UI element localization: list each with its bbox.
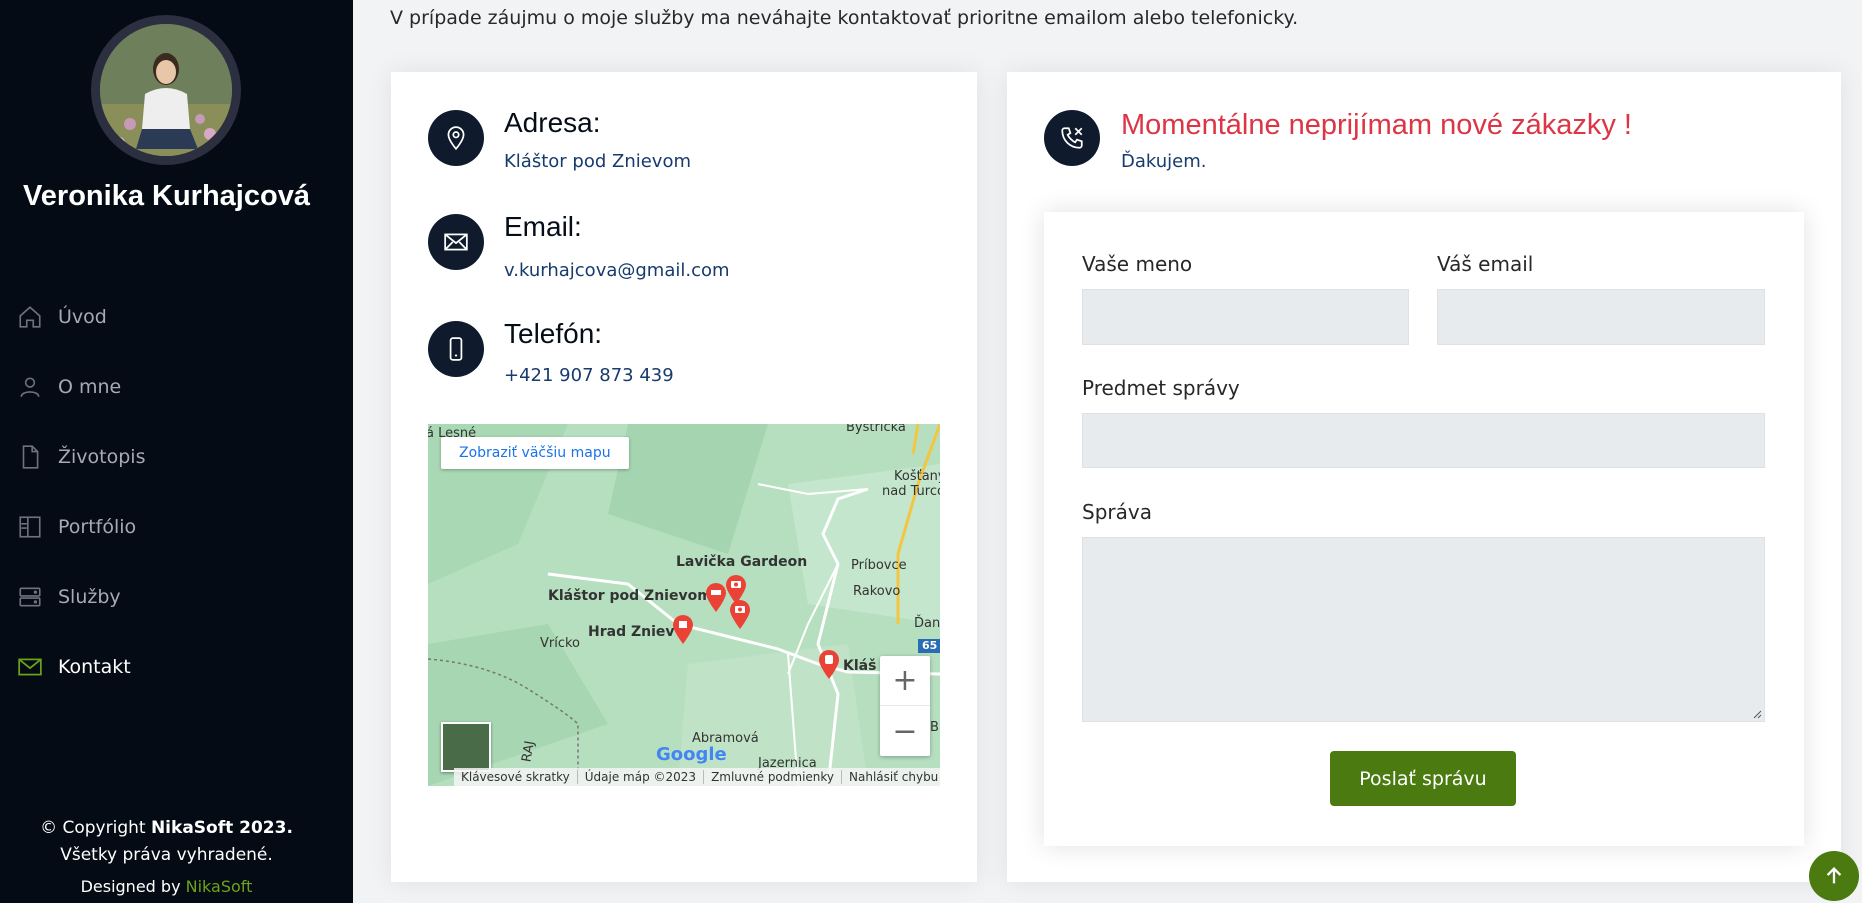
nav-item-portfolio[interactable]: Portfólio: [0, 492, 353, 562]
map-footer-data: Údaje máp ©2023: [578, 770, 705, 784]
message-label: Správa: [1082, 500, 1152, 524]
phone-title: Telefón:: [504, 318, 603, 349]
nav-label-o-mne: O mne: [58, 376, 122, 398]
notice-subtitle: Ďakujem.: [1121, 151, 1207, 172]
map-pin-icon[interactable]: [729, 599, 751, 629]
zoom-control: + −: [880, 656, 930, 756]
address-value: Kláštor pod Znievom: [504, 151, 692, 172]
contact-intro: V prípade záujmu o moje služby ma neváha…: [390, 7, 1299, 29]
email-value[interactable]: v.kurhajcova@gmail.com: [504, 260, 730, 281]
location-icon: [428, 110, 484, 166]
avatar: [91, 15, 241, 165]
map-label-nad-turcom: nad Turcom: [882, 484, 940, 499]
contact-form: Vaše meno Váš email Predmet správy Správ…: [1044, 212, 1804, 846]
email-label: Váš email: [1437, 252, 1534, 276]
map-label-rakovo: Rakovo: [853, 584, 901, 599]
map-footer-shortcuts[interactable]: Klávesové skratky: [454, 770, 578, 784]
nav-label-uvod: Úvod: [58, 306, 107, 328]
resize-handle-icon[interactable]: [1752, 709, 1762, 719]
map-label-klastor: Kláštor pod Znievom: [548, 588, 712, 604]
house-icon: [19, 306, 41, 328]
google-logo: Google: [656, 744, 727, 765]
send-message-button[interactable]: Poslať správu: [1330, 751, 1516, 806]
copyright-brand: NikaSoft 2023.: [150, 818, 293, 838]
larger-map-button[interactable]: Zobraziť väčšiu mapu: [441, 437, 629, 469]
map-label-klas: Kláš: [843, 658, 877, 674]
subject-label: Predmet správy: [1082, 376, 1240, 400]
designed-by: Designed by NikaSoft: [0, 877, 333, 896]
map-terrain: [428, 424, 940, 786]
map-footer: Klávesové skratky Údaje máp ©2023 Zmluvn…: [454, 768, 940, 786]
sidebar: Veronika Kurhajcová Úvod O mne Životopis…: [0, 0, 353, 903]
nav-label-zivotopis: Životopis: [58, 446, 146, 468]
phone-value[interactable]: +421 907 873 439: [504, 365, 674, 386]
map-label-road-65: 65: [922, 639, 938, 652]
google-map[interactable]: Zobraziť väčšiu mapu Bystrička á Lesné K…: [428, 424, 940, 786]
subject-input[interactable]: [1082, 413, 1765, 468]
phone-missed-icon: [1044, 110, 1100, 166]
email-input[interactable]: [1437, 289, 1765, 345]
map-footer-report[interactable]: Nahlásiť chybu mapy: [842, 770, 940, 784]
phone-icon: [428, 321, 484, 377]
map-label-kostany: Košťany: [894, 469, 940, 484]
zoom-out-button[interactable]: −: [880, 706, 930, 756]
email-title: Email:: [504, 211, 582, 242]
nav-item-sluzby[interactable]: Služby: [0, 562, 353, 632]
back-to-top-button[interactable]: [1809, 851, 1859, 901]
copyright-prefix: © Copyright: [40, 818, 151, 838]
nav-item-o-mne[interactable]: O mne: [0, 352, 353, 422]
server-icon: [19, 587, 41, 607]
map-pin-icon[interactable]: [705, 582, 727, 612]
map-label-lesne: á Lesné: [428, 426, 477, 441]
designer-link[interactable]: NikaSoft: [186, 877, 253, 896]
layout-icon: [19, 516, 41, 538]
map-label-lavicka: Lavička Gardeon: [676, 554, 808, 570]
map-pin-icon[interactable]: [818, 649, 840, 679]
person-icon: [20, 377, 40, 398]
main-nav: Úvod O mne Životopis Portfólio Služby Ko…: [0, 282, 353, 702]
nav-item-zivotopis[interactable]: Životopis: [0, 422, 353, 492]
contact-form-card: Momentálne neprijímam nové zákazky ! Ďak…: [1007, 72, 1841, 882]
profile-name: Veronika Kurhajcová: [23, 180, 310, 212]
envelope-icon: [428, 214, 484, 270]
map-label-bystricka: Bystrička: [846, 424, 906, 435]
file-icon: [22, 445, 39, 469]
profile-photo: [100, 24, 232, 156]
nav-label-portfolio: Portfólio: [58, 516, 137, 538]
name-input[interactable]: [1082, 289, 1409, 345]
map-label-vricko: Vrícko: [540, 636, 581, 651]
designed-prefix: Designed by: [80, 877, 186, 896]
map-label-dan: Ďan: [914, 616, 940, 631]
map-footer-terms[interactable]: Zmluvné podmienky: [704, 770, 843, 784]
map-label-hrad: Hrad Zniev: [588, 624, 675, 640]
map-pin-icon[interactable]: [672, 614, 694, 644]
contact-info-card: Adresa: Kláštor pod Znievom Email: v.kur…: [391, 72, 977, 882]
copyright: © Copyright NikaSoft 2023.: [0, 818, 333, 838]
address-title: Adresa:: [504, 107, 601, 138]
notice-title: Momentálne neprijímam nové zákazky !: [1121, 109, 1632, 141]
name-label: Vaše meno: [1082, 252, 1193, 276]
arrow-up-icon: [1826, 867, 1842, 884]
message-textarea[interactable]: [1082, 537, 1765, 722]
map-label-pribovce: Príbovce: [851, 558, 907, 573]
nav-item-uvod[interactable]: Úvod: [0, 282, 353, 352]
satellite-toggle[interactable]: [441, 722, 491, 772]
nav-label-sluzby: Služby: [58, 586, 121, 608]
rights-reserved: Všetky práva vyhradené.: [60, 845, 273, 865]
map-label-b: B: [930, 720, 939, 735]
nav-label-kontakt: Kontakt: [58, 656, 131, 678]
envelope-icon: [18, 658, 42, 676]
nav-item-kontakt[interactable]: Kontakt: [0, 632, 353, 702]
zoom-in-button[interactable]: +: [880, 656, 930, 706]
